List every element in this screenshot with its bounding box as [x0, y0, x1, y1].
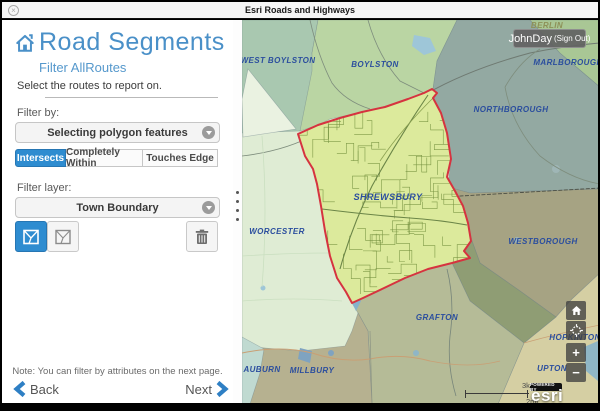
draw-polygon-icon — [53, 227, 73, 247]
map-label-west-boylston: WEST BOYLSTON — [242, 56, 315, 65]
spatial-relation-buttons: IntersectsCompletely WithinTouches Edge — [16, 149, 218, 167]
delete-selection-button[interactable] — [186, 221, 218, 252]
map-label-northborough: NORTHBOROUGH — [474, 105, 549, 114]
filter-by-label: Filter by: — [17, 107, 59, 119]
map-label-marlborough: MARLBOROUGH — [533, 58, 598, 67]
house-icon — [14, 32, 36, 54]
note-text: Note: You can filter by attributes on th… — [2, 366, 233, 377]
map-canvas[interactable]: WEST BOYLSTONBOYLSTONBERLINMARLBOROUGHNO… — [242, 20, 598, 403]
map-label-boylston: BOYLSTON — [351, 60, 399, 69]
trash-icon — [193, 228, 211, 246]
page-title: Road Segments — [39, 28, 225, 57]
locate-button[interactable] — [566, 321, 586, 340]
map-label-westborough: WESTBOROUGH — [508, 237, 577, 246]
pond — [413, 350, 419, 356]
user-name: JohnDay — [509, 33, 552, 45]
title-bar: × Esri Roads and Highways — [2, 2, 598, 19]
zoom-in-button[interactable]: + — [566, 343, 586, 362]
scale-bar — [465, 390, 528, 398]
spatial-button-completely-within[interactable]: Completely Within — [65, 149, 143, 167]
content-area: Road Segments Filter AllRoutes Select th… — [2, 20, 598, 403]
select-by-polygon-icon — [21, 227, 41, 247]
spatial-button-intersects[interactable]: Intersects — [15, 149, 66, 167]
draw-polygon-button[interactable] — [47, 221, 79, 252]
map-label-worcester: WORCESTER — [249, 227, 305, 236]
home-icon — [570, 304, 583, 317]
back-arrow-icon — [13, 381, 26, 397]
spatial-button-touches-edge[interactable]: Touches Edge — [142, 149, 218, 167]
filter-layer-value: Town Boundary — [76, 202, 158, 214]
map-svg: WEST BOYLSTONBOYLSTONBERLINMARLBOROUGHNO… — [242, 20, 598, 403]
app-window: × Esri Roads and Highways Road Segments … — [0, 0, 600, 411]
divider — [45, 97, 218, 98]
app-title: Esri Roads and Highways — [2, 5, 598, 15]
chevron-down-icon[interactable] — [202, 126, 215, 139]
back-button[interactable]: Back — [13, 381, 59, 397]
map-label-grafton: GRAFTON — [416, 313, 458, 322]
home-button[interactable] — [566, 301, 586, 320]
select-by-polygon-button[interactable] — [15, 221, 47, 252]
panel-title-row: Road Segments — [14, 28, 225, 57]
zoom-out-button[interactable]: − — [566, 363, 586, 382]
next-button[interactable]: Next — [185, 381, 229, 397]
road-segments-panel: Road Segments Filter AllRoutes Select th… — [2, 20, 242, 403]
sign-out-link[interactable]: (Sign Out) — [554, 34, 590, 43]
map-label-shrewsbury: SHREWSBURY — [354, 192, 423, 202]
page-subtitle: Filter AllRoutes — [39, 60, 126, 75]
user-menu-button[interactable]: JohnDay (Sign Out) — [513, 29, 586, 48]
map-label-auburn: AUBURN — [242, 365, 280, 374]
pond — [261, 286, 266, 291]
pond — [328, 350, 334, 356]
panel-resize-handle[interactable] — [233, 20, 242, 403]
chevron-down-icon[interactable] — [202, 201, 215, 214]
filter-layer-label: Filter layer: — [17, 182, 71, 194]
filter-layer-dropdown[interactable]: Town Boundary — [15, 197, 220, 218]
filter-method-value: Selecting polygon features — [47, 127, 188, 139]
esri-logo[interactable]: esri — [531, 386, 563, 403]
instruction-text: Select the routes to report on. — [17, 80, 162, 92]
map-label-upton: UPTON — [537, 364, 567, 373]
next-label: Next — [185, 382, 212, 397]
locate-icon — [569, 323, 584, 338]
filter-method-dropdown[interactable]: Selecting polygon features — [15, 122, 220, 143]
back-label: Back — [30, 382, 59, 397]
next-arrow-icon — [216, 381, 229, 397]
map-label-millbury: MILLBURY — [290, 366, 335, 375]
